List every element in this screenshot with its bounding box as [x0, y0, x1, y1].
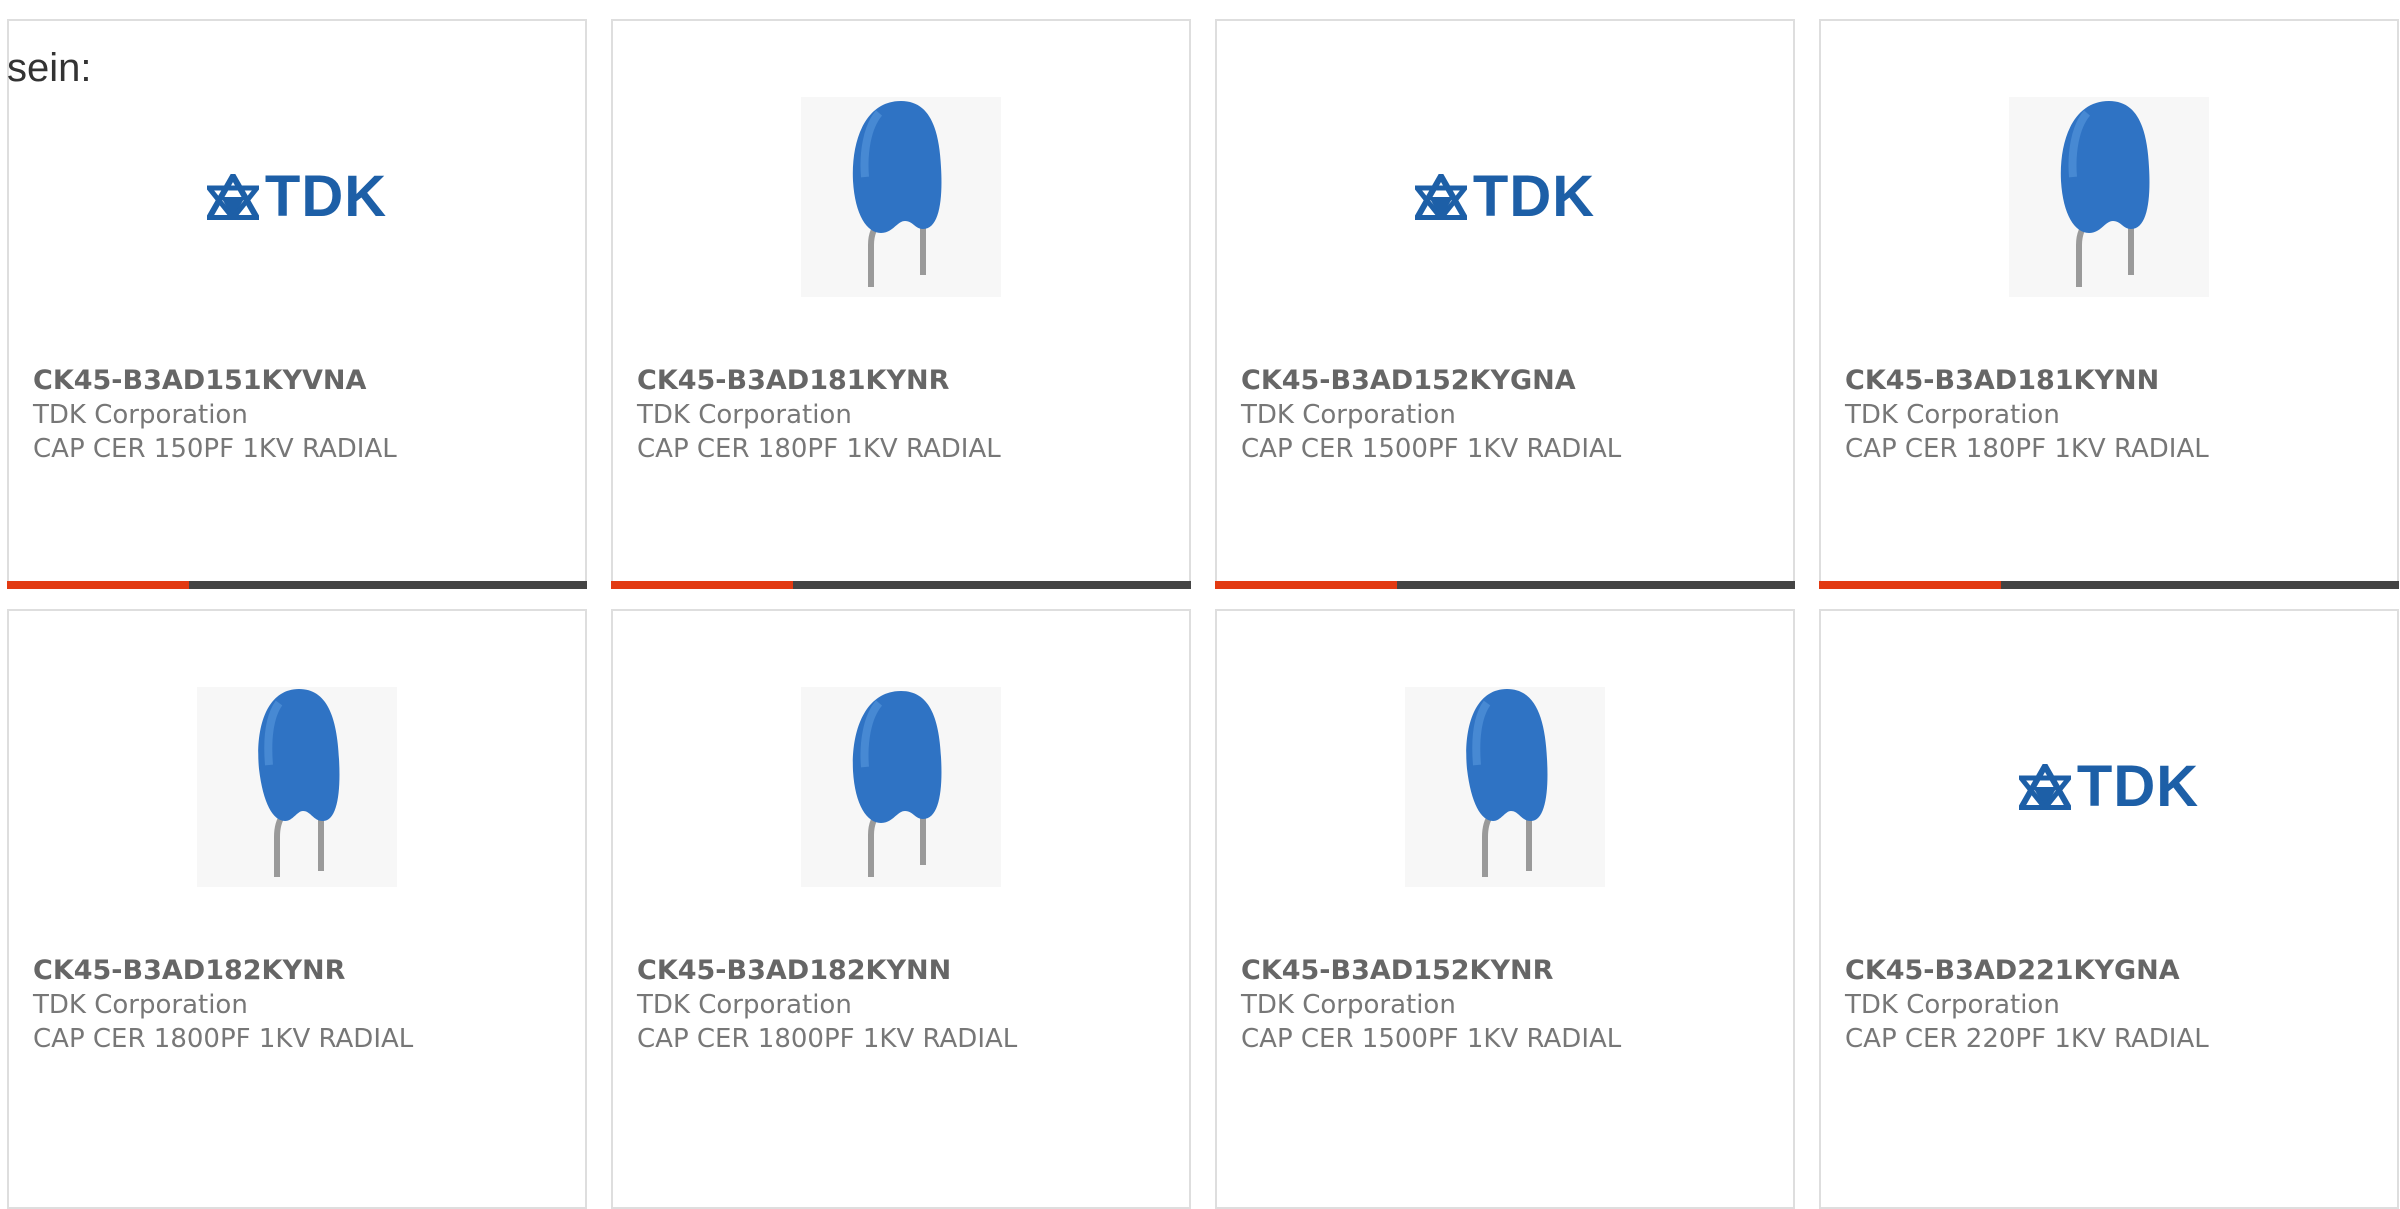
- product-info: CK45-B3AD181KYNR TDK Corporation CAP CER…: [637, 364, 1173, 466]
- product-info: CK45-B3AD221KYGNA TDK Corporation CAP CE…: [1845, 954, 2381, 1056]
- part-number[interactable]: CK45-B3AD182KYNN: [637, 954, 1173, 988]
- product-info: CK45-B3AD151KYVNA TDK Corporation CAP CE…: [33, 364, 569, 466]
- manufacturer: TDK Corporation: [637, 990, 852, 1020]
- product-image-area: [613, 677, 1189, 897]
- description: CAP CER 1500PF 1KV RADIAL: [1241, 434, 1622, 464]
- tdk-logo: TDK: [2018, 754, 2200, 819]
- part-number[interactable]: CK45-B3AD221KYGNA: [1845, 954, 2381, 988]
- tdk-emblem-icon: [206, 174, 259, 220]
- capacitor-icon: [852, 101, 942, 287]
- tdk-logo: TDK: [206, 164, 388, 229]
- description: CAP CER 1500PF 1KV RADIAL: [1241, 1024, 1622, 1054]
- description: CAP CER 150PF 1KV RADIAL: [33, 434, 397, 464]
- part-number[interactable]: CK45-B3AD152KYGNA: [1241, 364, 1777, 398]
- product-card[interactable]: CK45-B3AD182KYNN TDK Corporation CAP CER…: [611, 609, 1191, 1209]
- product-card[interactable]: CK45-B3AD152KYNR TDK Corporation CAP CER…: [1215, 609, 1795, 1209]
- tdk-logo-text: TDK: [1472, 164, 1596, 229]
- manufacturer: TDK Corporation: [1845, 400, 2060, 430]
- capacitor-icon: [2060, 101, 2150, 287]
- capacitor-icon: [852, 691, 942, 877]
- card-progress-bar: [1215, 581, 1795, 589]
- capacitor-icon: [258, 689, 340, 877]
- manufacturer: TDK Corporation: [1845, 990, 2060, 1020]
- card-progress-fill: [1215, 581, 1397, 589]
- tdk-logo-text: TDK: [2076, 754, 2200, 819]
- product-image-area: [613, 87, 1189, 307]
- manufacturer: TDK Corporation: [1241, 990, 1456, 1020]
- description: CAP CER 220PF 1KV RADIAL: [1845, 1024, 2209, 1054]
- part-number[interactable]: CK45-B3AD182KYNR: [33, 954, 569, 988]
- card-progress-fill: [611, 581, 793, 589]
- product-info: CK45-B3AD181KYNN TDK Corporation CAP CER…: [1845, 364, 2381, 466]
- tdk-logo-text: TDK: [264, 164, 388, 229]
- description: CAP CER 1800PF 1KV RADIAL: [637, 1024, 1018, 1054]
- manufacturer: TDK Corporation: [1241, 400, 1456, 430]
- product-image-area: [9, 677, 585, 897]
- part-number[interactable]: CK45-B3AD181KYNN: [1845, 364, 2381, 398]
- card-progress-fill: [7, 581, 189, 589]
- product-image-area: TDK: [9, 87, 585, 307]
- product-info: CK45-B3AD182KYNR TDK Corporation CAP CER…: [33, 954, 569, 1056]
- tdk-emblem-icon: [1414, 174, 1467, 220]
- product-image-area: [1217, 677, 1793, 897]
- capacitor-icon: [1466, 689, 1548, 877]
- part-number[interactable]: CK45-B3AD151KYVNA: [33, 364, 569, 398]
- capacitor-image: [801, 687, 1001, 887]
- product-card[interactable]: TDK CK45-B3AD152KYGNA TDK Corporation CA…: [1215, 19, 1795, 589]
- product-image-area: [1821, 87, 2397, 307]
- description: CAP CER 180PF 1KV RADIAL: [637, 434, 1001, 464]
- description: CAP CER 180PF 1KV RADIAL: [1845, 434, 2209, 464]
- product-card[interactable]: CK45-B3AD181KYNR TDK Corporation CAP CER…: [611, 19, 1191, 589]
- product-info: CK45-B3AD152KYGNA TDK Corporation CAP CE…: [1241, 364, 1777, 466]
- intro-text: sein:: [7, 46, 92, 90]
- product-card[interactable]: TDK CK45-B3AD151KYVNA TDK Corporation CA…: [7, 19, 587, 589]
- part-number[interactable]: CK45-B3AD181KYNR: [637, 364, 1173, 398]
- product-card[interactable]: CK45-B3AD182KYNR TDK Corporation CAP CER…: [7, 609, 587, 1209]
- tdk-logo: TDK: [1414, 164, 1596, 229]
- description: CAP CER 1800PF 1KV RADIAL: [33, 1024, 414, 1054]
- product-card[interactable]: TDK CK45-B3AD221KYGNA TDK Corporation CA…: [1819, 609, 2399, 1209]
- manufacturer: TDK Corporation: [33, 990, 248, 1020]
- manufacturer: TDK Corporation: [637, 400, 852, 430]
- manufacturer: TDK Corporation: [33, 400, 248, 430]
- capacitor-image: [801, 97, 1001, 297]
- tdk-emblem-icon: [2018, 764, 2071, 810]
- capacitor-image: [197, 687, 397, 887]
- product-image-area: TDK: [1821, 677, 2397, 897]
- product-info: CK45-B3AD152KYNR TDK Corporation CAP CER…: [1241, 954, 1777, 1056]
- card-progress-bar: [7, 581, 587, 589]
- product-info: CK45-B3AD182KYNN TDK Corporation CAP CER…: [637, 954, 1173, 1056]
- card-progress-bar: [1819, 581, 2399, 589]
- card-progress-bar: [611, 581, 1191, 589]
- capacitor-image: [1405, 687, 1605, 887]
- product-card[interactable]: CK45-B3AD181KYNN TDK Corporation CAP CER…: [1819, 19, 2399, 589]
- product-image-area: TDK: [1217, 87, 1793, 307]
- capacitor-image: [2009, 97, 2209, 297]
- part-number[interactable]: CK45-B3AD152KYNR: [1241, 954, 1777, 988]
- card-progress-fill: [1819, 581, 2001, 589]
- product-grid: TDK CK45-B3AD151KYVNA TDK Corporation CA…: [7, 19, 2399, 1209]
